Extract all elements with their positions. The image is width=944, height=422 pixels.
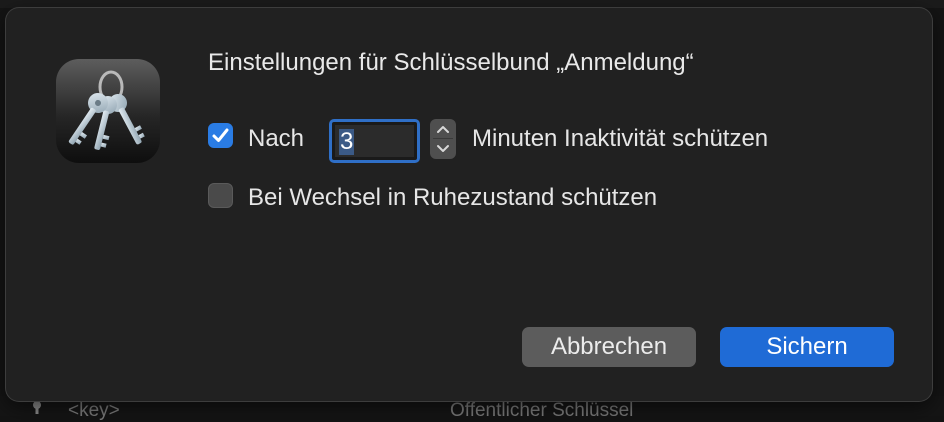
lock-after-prefix-label: Nach	[248, 125, 305, 152]
background-key-label: <key>	[68, 400, 120, 421]
lock-after-suffix-label: Minuten Inaktivität schützen	[472, 125, 769, 152]
lock-after-checkbox[interactable]	[208, 123, 233, 148]
background-window-edge	[0, 0, 944, 8]
chevron-down-icon	[437, 145, 449, 152]
chevron-up-icon	[437, 126, 449, 133]
cancel-button[interactable]: Abbrechen	[522, 327, 696, 367]
key-icon	[33, 401, 41, 414]
save-button[interactable]: Sichern	[720, 327, 894, 367]
lock-on-sleep-label: Bei Wechsel in Ruhezustand schützen	[248, 184, 658, 211]
minutes-value: 3	[339, 128, 355, 155]
minutes-input[interactable]: 3	[329, 119, 420, 163]
background-type-label: Öffentlicher Schlüssel	[450, 400, 634, 421]
stepper-decrement-button[interactable]	[430, 139, 456, 159]
minutes-stepper[interactable]	[430, 119, 456, 159]
keychain-app-icon	[56, 59, 160, 163]
keychain-settings-dialog: Einstellungen für Schlüsselbund „Anmeldu…	[6, 8, 932, 401]
stepper-increment-button[interactable]	[430, 119, 456, 139]
lock-on-sleep-checkbox[interactable]	[208, 183, 233, 208]
checkmark-icon	[212, 128, 229, 142]
dialog-title: Einstellungen für Schlüsselbund „Anmeldu…	[208, 49, 694, 76]
